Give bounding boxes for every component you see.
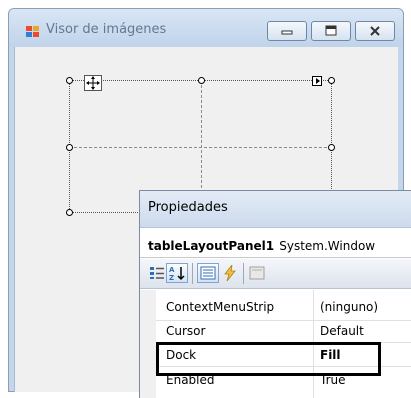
events-icon xyxy=(224,265,236,281)
minimize-button[interactable] xyxy=(267,21,307,41)
property-pages-icon xyxy=(249,266,265,280)
alphabetical-button[interactable]: A Z xyxy=(166,263,188,283)
row-separator xyxy=(156,320,411,321)
property-name[interactable]: Cursor xyxy=(166,324,205,338)
window-title: Visor de imágenes xyxy=(46,22,167,37)
row-divider xyxy=(69,147,332,148)
alphabetical-icon: A Z xyxy=(169,266,185,281)
properties-icon xyxy=(200,266,216,280)
resize-handle[interactable] xyxy=(328,77,335,84)
properties-title: Propiedades xyxy=(148,200,228,215)
resize-handle[interactable] xyxy=(66,144,73,151)
events-button[interactable] xyxy=(219,263,241,283)
smart-tag-arrow-icon[interactable] xyxy=(312,76,322,86)
property-name[interactable]: ContextMenuStrip xyxy=(166,300,274,314)
resize-handle[interactable] xyxy=(66,77,73,84)
maximize-icon xyxy=(325,25,337,36)
property-value[interactable]: Default xyxy=(320,324,364,338)
resize-handle[interactable] xyxy=(66,209,73,216)
resize-handle[interactable] xyxy=(328,144,335,151)
minimize-icon xyxy=(281,30,293,35)
toolbar-separator xyxy=(243,263,244,284)
categorized-icon xyxy=(150,267,164,279)
properties-button[interactable] xyxy=(197,263,219,283)
object-selector[interactable]: tableLayoutPanel1 System.Window xyxy=(140,228,411,258)
close-button[interactable] xyxy=(355,21,395,41)
object-type: System.Window xyxy=(279,239,376,253)
property-pages-button[interactable] xyxy=(246,263,268,283)
resize-handle[interactable] xyxy=(198,77,205,84)
categorized-button[interactable] xyxy=(146,263,168,283)
app-icon xyxy=(26,26,40,38)
maximize-button[interactable] xyxy=(311,21,351,41)
dock-row-highlight xyxy=(156,342,381,376)
object-name: tableLayoutPanel1 xyxy=(148,239,275,253)
svg-text:Z: Z xyxy=(169,274,174,281)
property-grid-gutter xyxy=(140,290,156,398)
svg-text:A: A xyxy=(169,266,175,274)
toolbar-separator xyxy=(192,263,193,284)
move-handle-icon[interactable] xyxy=(84,75,102,91)
close-icon xyxy=(370,26,380,36)
property-value[interactable]: (ninguno) xyxy=(320,300,378,314)
move-arrows-icon xyxy=(86,76,100,90)
